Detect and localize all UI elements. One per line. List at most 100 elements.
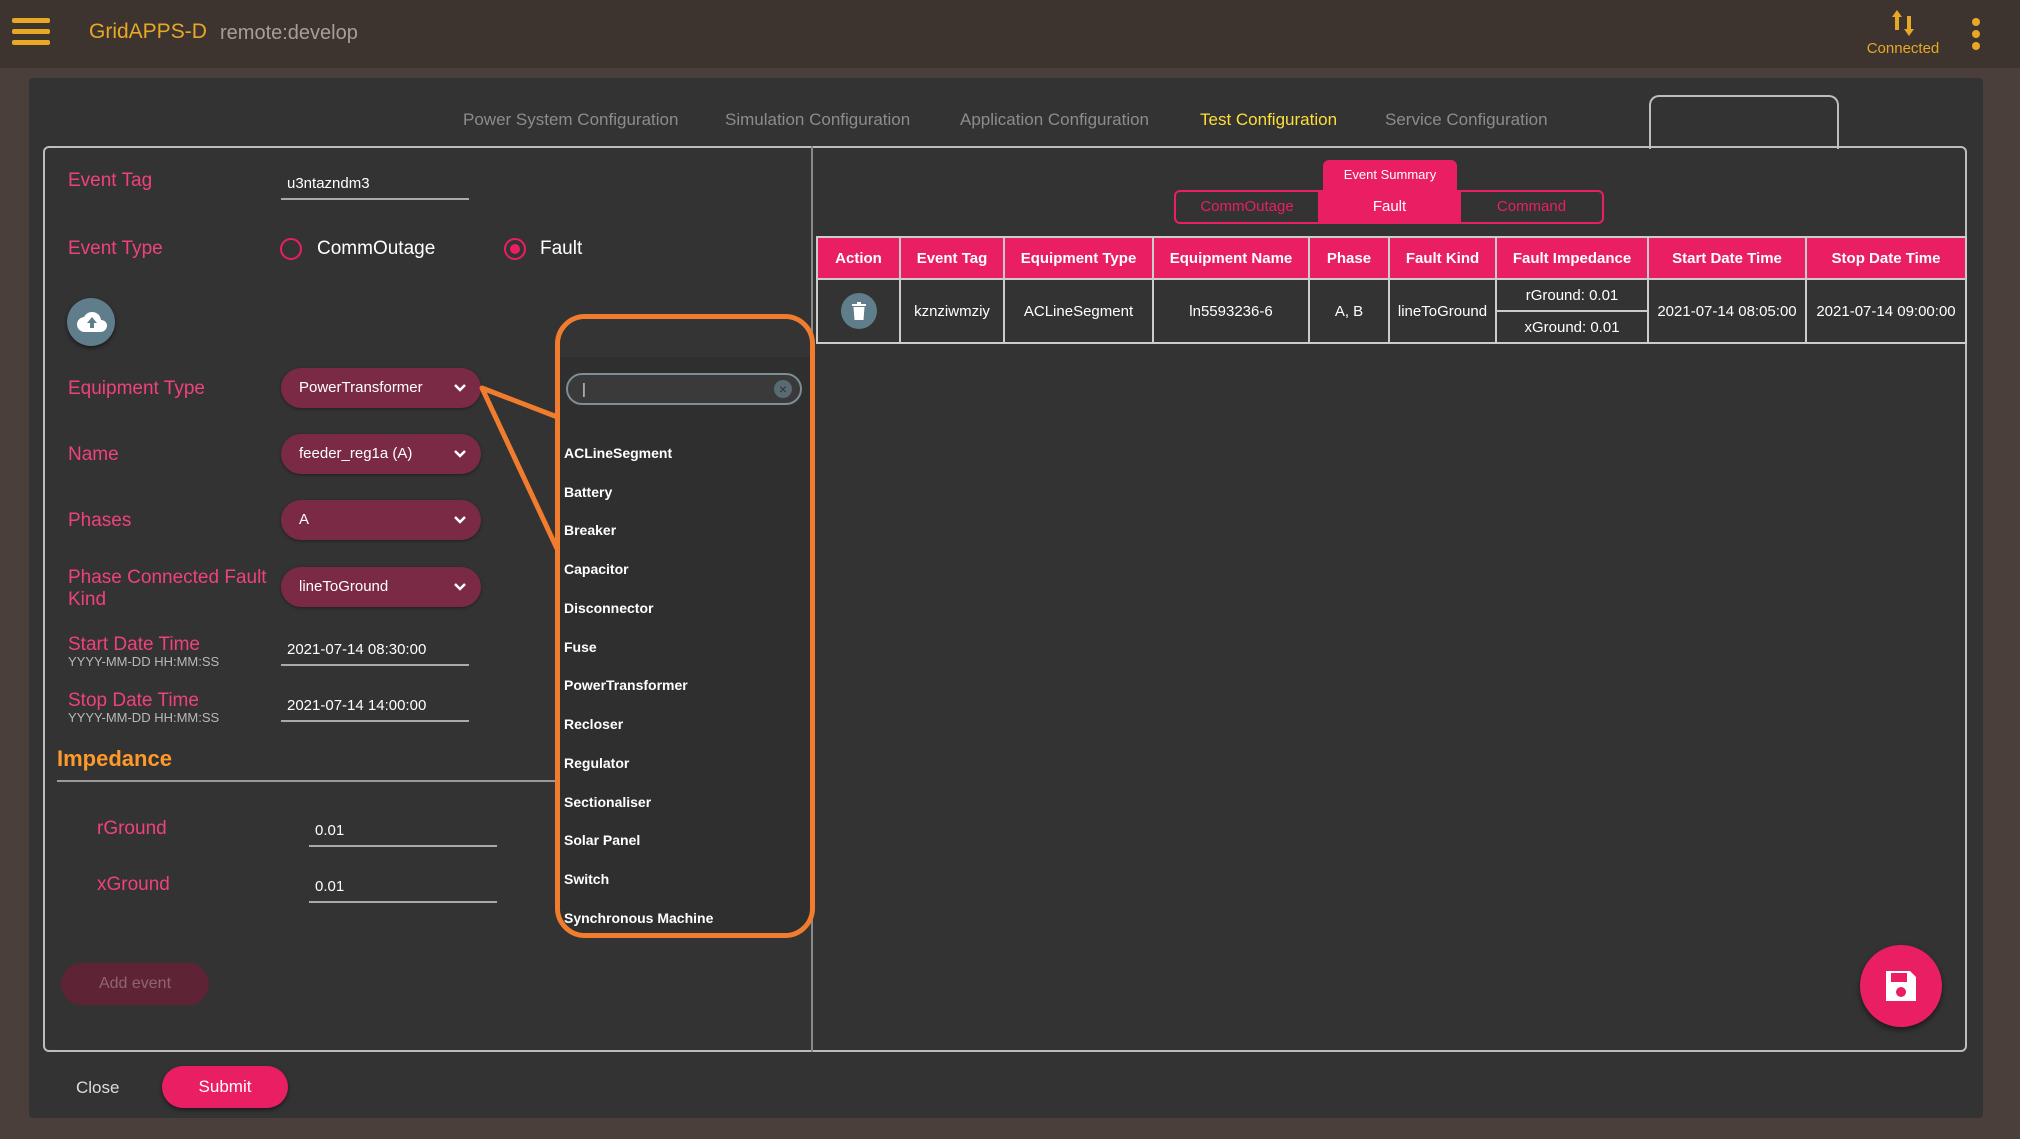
commoutage-radio[interactable] [280, 238, 302, 260]
col-fault-impedance: Fault Impedance [1495, 236, 1649, 280]
dropdown-search-input[interactable]: | × [566, 373, 802, 405]
event-type-toggle: CommOutage Fault Command [1174, 190, 1604, 224]
tab-test-configuration[interactable]: Test Configuration [1200, 110, 1337, 130]
fault-kind-label: Phase Connected Fault Kind [68, 567, 267, 611]
tab-application[interactable]: Application Configuration [960, 110, 1149, 130]
connection-status-label: Connected [1866, 40, 1940, 57]
fault-kind-label-line2: Kind [68, 589, 107, 610]
cell-equipment-name: ln5593236-6 [1152, 278, 1310, 344]
list-item[interactable]: Battery [564, 484, 612, 500]
connection-status: Connected [1858, 8, 1948, 57]
phases-value: A [299, 511, 310, 528]
stop-date-label: Stop Date Time [68, 690, 199, 711]
event-tag-input[interactable]: u3ntazndm3 [281, 175, 469, 200]
close-button[interactable]: Close [76, 1078, 119, 1098]
configuration-dialog: Power System Configuration Simulation Co… [29, 78, 1983, 1118]
chevron-down-icon [454, 450, 466, 458]
list-item[interactable]: ACLineSegment [564, 445, 672, 461]
event-tag-label: Event Tag [68, 170, 153, 191]
xground-label: xGround [97, 874, 170, 895]
add-event-button[interactable]: Add event [61, 963, 209, 1005]
list-item[interactable]: Switch [564, 871, 609, 887]
cell-impedance-r: rGround: 0.01 [1495, 278, 1649, 312]
col-phase: Phase [1308, 236, 1390, 280]
list-item[interactable]: Synchronous Machine [564, 910, 713, 926]
cell-action [816, 278, 901, 344]
cell-impedance-x: xGround: 0.01 [1495, 310, 1649, 344]
tab-simulation[interactable]: Simulation Configuration [725, 110, 910, 130]
list-item[interactable]: Regulator [564, 755, 629, 771]
save-button[interactable] [1860, 945, 1942, 1027]
start-date-input[interactable]: 2021-07-14 08:30:00 [281, 641, 469, 666]
list-item[interactable]: Solar Panel [564, 832, 640, 848]
config-tabs: Power System Configuration Simulation Co… [29, 78, 1983, 149]
save-icon [1886, 971, 1916, 1001]
app-title: GridAPPS-D [89, 20, 207, 43]
list-item[interactable]: Breaker [564, 522, 616, 538]
segment-command[interactable]: Command [1461, 192, 1602, 222]
chevron-down-icon [454, 384, 466, 392]
cloud-upload-icon [77, 312, 107, 332]
col-start-date: Start Date Time [1647, 236, 1807, 280]
stop-date-hint: YYYY-MM-DD HH:MM:SS [68, 710, 220, 725]
equipment-type-value: PowerTransformer [299, 379, 423, 396]
chevron-down-icon [454, 583, 466, 591]
cell-phase: A, B [1308, 278, 1390, 344]
equipment-type-dropdown: | × ACLineSegment Battery Breaker Capaci… [555, 314, 815, 938]
fault-kind-value: lineToGround [299, 578, 389, 595]
cell-event-tag: kznziwmziy [899, 278, 1005, 344]
name-value: feeder_reg1a (A) [299, 445, 413, 462]
more-vert-icon[interactable] [1972, 18, 1982, 52]
cell-fault-kind: lineToGround [1388, 278, 1497, 344]
fault-radio-label: Fault [540, 238, 583, 259]
segment-fault[interactable]: Fault [1318, 192, 1461, 222]
list-item[interactable]: Sectionaliser [564, 794, 651, 810]
tab-service[interactable]: Service Configuration [1385, 110, 1548, 130]
dropdown-header [560, 319, 810, 357]
cell-equipment-type: ACLineSegment [1003, 278, 1154, 344]
fault-radio[interactable] [504, 238, 526, 260]
equipment-type-select[interactable]: PowerTransformer [281, 368, 481, 408]
name-select[interactable]: feeder_reg1a (A) [281, 434, 481, 474]
name-label: Name [68, 444, 119, 465]
list-item[interactable]: Disconnector [564, 600, 653, 616]
table-row: kznziwmziy ACLineSegment ln5593236-6 A, … [816, 278, 1967, 344]
stop-date-input[interactable]: 2021-07-14 14:00:00 [281, 697, 469, 722]
col-action: Action [816, 236, 901, 280]
submit-button[interactable]: Submit [162, 1066, 288, 1108]
list-item[interactable]: Recloser [564, 716, 623, 732]
phases-label: Phases [68, 510, 132, 531]
impedance-heading: Impedance [57, 746, 172, 771]
col-equipment-name: Equipment Name [1152, 236, 1310, 280]
list-item[interactable]: Fuse [564, 639, 597, 655]
xground-input[interactable]: 0.01 [309, 878, 497, 903]
branch-label: remote:develop [220, 22, 358, 44]
connection-arrows-icon [1892, 10, 1914, 36]
tab-indicator [1649, 95, 1839, 149]
commoutage-radio-label: CommOutage [317, 238, 436, 259]
list-item[interactable]: Capacitor [564, 561, 629, 577]
menu-icon[interactable] [12, 18, 50, 46]
phases-select[interactable]: A [281, 500, 481, 540]
upload-button[interactable] [67, 298, 115, 346]
col-stop-date: Stop Date Time [1805, 236, 1967, 280]
rground-label: rGround [97, 818, 167, 839]
rground-input[interactable]: 0.01 [309, 822, 497, 847]
cell-start-date: 2021-07-14 08:05:00 [1647, 278, 1807, 344]
delete-button[interactable] [840, 293, 877, 329]
segment-commoutage[interactable]: CommOutage [1176, 192, 1318, 222]
col-equipment-type: Equipment Type [1003, 236, 1154, 280]
event-type-label: Event Type [68, 238, 163, 259]
list-item[interactable]: PowerTransformer [564, 677, 688, 693]
cell-stop-date: 2021-07-14 09:00:00 [1805, 278, 1967, 344]
fault-kind-select[interactable]: lineToGround [281, 567, 481, 607]
start-date-label: Start Date Time [68, 634, 200, 655]
chevron-down-icon [454, 516, 466, 524]
tab-power-system[interactable]: Power System Configuration [463, 110, 678, 130]
clear-icon[interactable]: × [774, 380, 792, 398]
col-fault-kind: Fault Kind [1388, 236, 1497, 280]
table-header-row: Action Event Tag Equipment Type Equipmen… [816, 236, 1967, 280]
col-event-tag: Event Tag [899, 236, 1005, 280]
start-date-hint: YYYY-MM-DD HH:MM:SS [68, 654, 220, 669]
equipment-type-label: Equipment Type [68, 378, 205, 399]
